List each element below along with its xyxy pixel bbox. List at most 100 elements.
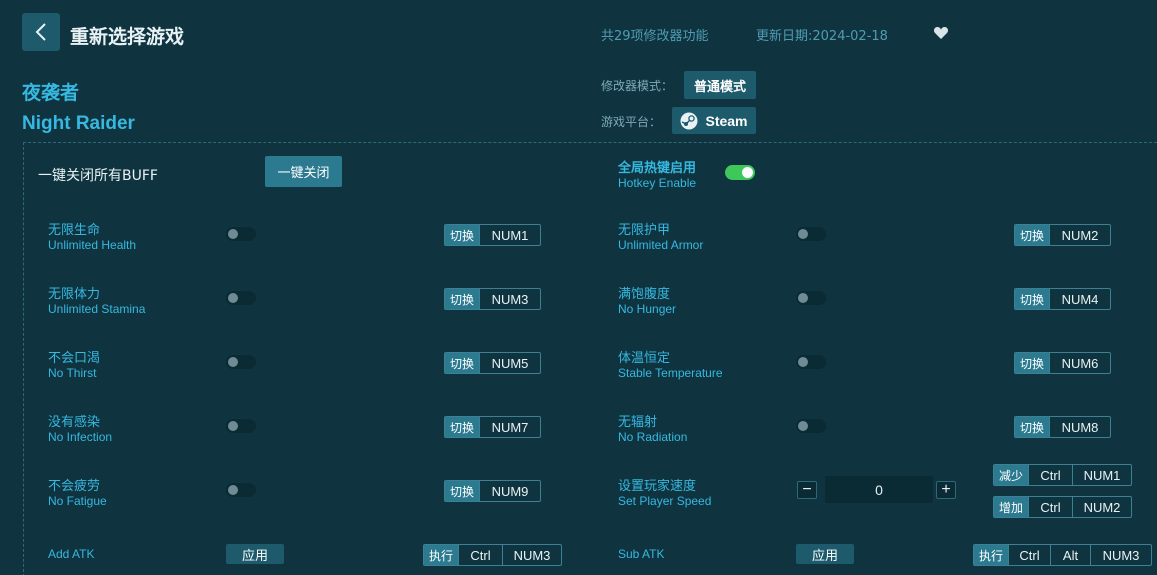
hotkey-key: NUM3 xyxy=(1090,545,1151,565)
hotkey-action: 切换 xyxy=(445,417,480,437)
no-infection-toggle[interactable] xyxy=(226,419,256,433)
hotkey-num3[interactable]: 切换 NUM3 xyxy=(444,288,541,310)
hotkey-num7[interactable]: 切换 NUM7 xyxy=(444,416,541,438)
cheat-name-en: No Hunger xyxy=(618,302,677,316)
hotkey-action: 切换 xyxy=(445,225,480,245)
cheat-name-en: Unlimited Health xyxy=(48,238,137,252)
hotkey-action: 切换 xyxy=(1015,225,1050,245)
hotkey-action: 切换 xyxy=(445,289,480,309)
cheat-name-cn: 没有感染 xyxy=(48,415,101,430)
hotkey-add-atk[interactable]: 执行 Ctrl NUM3 xyxy=(423,544,562,566)
hotkey-speed-increase[interactable]: 增加 Ctrl NUM2 xyxy=(993,496,1132,518)
add-atk-apply-button[interactable]: 应用 xyxy=(226,544,284,564)
unlimited-health-toggle[interactable] xyxy=(226,227,256,241)
update-date: 更新日期:2024-02-18 xyxy=(756,29,888,44)
cheat-name-en: Unlimited Armor xyxy=(618,238,704,252)
hotkey-label-cn: 全局热键启用 xyxy=(618,161,697,176)
add-atk-label: Add ATK xyxy=(48,547,95,561)
cheat-name-cn: 无限体力 xyxy=(48,287,101,302)
cheats-panel xyxy=(23,142,1157,575)
hotkey-key: NUM5 xyxy=(479,353,540,373)
hotkey-mod: Ctrl xyxy=(1028,465,1072,485)
cheat-name-en: No Thirst xyxy=(48,366,97,380)
hotkey-num1[interactable]: 切换 NUM1 xyxy=(444,224,541,246)
steam-icon xyxy=(680,112,698,129)
cheat-name-cn: 不会疲劳 xyxy=(48,479,101,494)
speed-name-cn: 设置玩家速度 xyxy=(618,479,697,494)
cheat-name-en: No Radiation xyxy=(618,430,688,444)
hotkey-num8[interactable]: 切换 NUM8 xyxy=(1014,416,1111,438)
hotkey-key: NUM1 xyxy=(1072,465,1131,485)
platform-value: Steam xyxy=(705,112,748,129)
no-thirst-toggle[interactable] xyxy=(226,355,256,369)
close-all-buff-button[interactable]: 一键关闭 xyxy=(265,156,342,187)
game-name-en: Night Raider xyxy=(22,113,135,134)
hotkey-num4[interactable]: 切换 NUM4 xyxy=(1014,288,1111,310)
hotkey-num5[interactable]: 切换 NUM5 xyxy=(444,352,541,374)
hotkey-key: NUM6 xyxy=(1049,353,1110,373)
cheat-name-cn: 无限生命 xyxy=(48,223,101,238)
mode-label: 修改器模式： xyxy=(601,79,674,93)
hotkey-action: 执行 xyxy=(424,545,459,565)
hotkey-mod: Ctrl xyxy=(1028,497,1072,517)
speed-name-en: Set Player Speed xyxy=(618,494,712,508)
hotkey-key: NUM3 xyxy=(479,289,540,309)
speed-decrease-button[interactable]: − xyxy=(797,481,817,499)
feature-count: 共29项修改器功能 xyxy=(601,29,709,44)
cheat-name-en: No Infection xyxy=(48,430,113,444)
cheat-name-en: Stable Temperature xyxy=(618,366,723,380)
cheat-name-cn: 满饱腹度 xyxy=(618,287,671,302)
stable-temperature-toggle[interactable] xyxy=(796,355,826,369)
hotkey-key: NUM4 xyxy=(1049,289,1110,309)
speed-value[interactable]: 0 xyxy=(825,476,933,503)
heart-icon[interactable] xyxy=(933,25,949,41)
buff-label: 一键关闭所有BUFF xyxy=(38,168,158,184)
back-button[interactable] xyxy=(22,13,60,51)
hotkey-key: NUM2 xyxy=(1049,225,1110,245)
mode-button[interactable]: 普通模式 xyxy=(684,71,756,99)
hotkey-mod: Ctrl xyxy=(458,545,502,565)
hotkey-enable-toggle[interactable] xyxy=(725,165,755,180)
platform-label: 游戏平台： xyxy=(601,115,662,129)
hotkey-sub-atk[interactable]: 执行 Ctrl Alt NUM3 xyxy=(973,544,1152,566)
hotkey-mod: Ctrl xyxy=(1008,545,1050,565)
hotkey-action: 切换 xyxy=(1015,353,1050,373)
hotkey-mod: Alt xyxy=(1050,545,1090,565)
hotkey-num6[interactable]: 切换 NUM6 xyxy=(1014,352,1111,374)
hotkey-action: 切换 xyxy=(1015,417,1050,437)
unlimited-stamina-toggle[interactable] xyxy=(226,291,256,305)
hotkey-num2[interactable]: 切换 NUM2 xyxy=(1014,224,1111,246)
hotkey-key: NUM9 xyxy=(479,481,540,501)
cheat-name-cn: 不会口渴 xyxy=(48,351,101,366)
page-title[interactable]: 重新选择游戏 xyxy=(70,22,184,49)
hotkey-key: NUM2 xyxy=(1072,497,1131,517)
cheat-name-en: No Fatigue xyxy=(48,494,107,508)
hotkey-action: 减少 xyxy=(994,465,1029,485)
no-fatigue-toggle[interactable] xyxy=(226,483,256,497)
hotkey-key: NUM7 xyxy=(479,417,540,437)
hotkey-label-en: Hotkey Enable xyxy=(618,176,697,190)
platform-button[interactable]: Steam xyxy=(672,107,756,134)
hotkey-speed-decrease[interactable]: 减少 Ctrl NUM1 xyxy=(993,464,1132,486)
unlimited-armor-toggle[interactable] xyxy=(796,227,826,241)
hotkey-action: 切换 xyxy=(1015,289,1050,309)
no-radiation-toggle[interactable] xyxy=(796,419,826,433)
sub-atk-label: Sub ATK xyxy=(618,547,665,561)
hotkey-action: 执行 xyxy=(974,545,1009,565)
speed-increase-button[interactable]: + xyxy=(936,481,956,499)
hotkey-num9[interactable]: 切换 NUM9 xyxy=(444,480,541,502)
hotkey-key: NUM8 xyxy=(1049,417,1110,437)
cheat-name-cn: 体温恒定 xyxy=(618,351,671,366)
hotkey-key: NUM3 xyxy=(502,545,561,565)
sub-atk-apply-button[interactable]: 应用 xyxy=(796,544,854,564)
cheat-name-cn: 无限护甲 xyxy=(618,223,671,238)
hotkey-action: 切换 xyxy=(445,353,480,373)
hotkey-action: 增加 xyxy=(994,497,1029,517)
cheat-name-cn: 无辐射 xyxy=(618,415,658,430)
cheat-name-en: Unlimited Stamina xyxy=(48,302,146,316)
hotkey-key: NUM1 xyxy=(479,225,540,245)
game-name-cn: 夜袭者 xyxy=(22,82,80,104)
no-hunger-toggle[interactable] xyxy=(796,291,826,305)
hotkey-action: 切换 xyxy=(445,481,480,501)
chevron-left-icon xyxy=(35,23,46,41)
